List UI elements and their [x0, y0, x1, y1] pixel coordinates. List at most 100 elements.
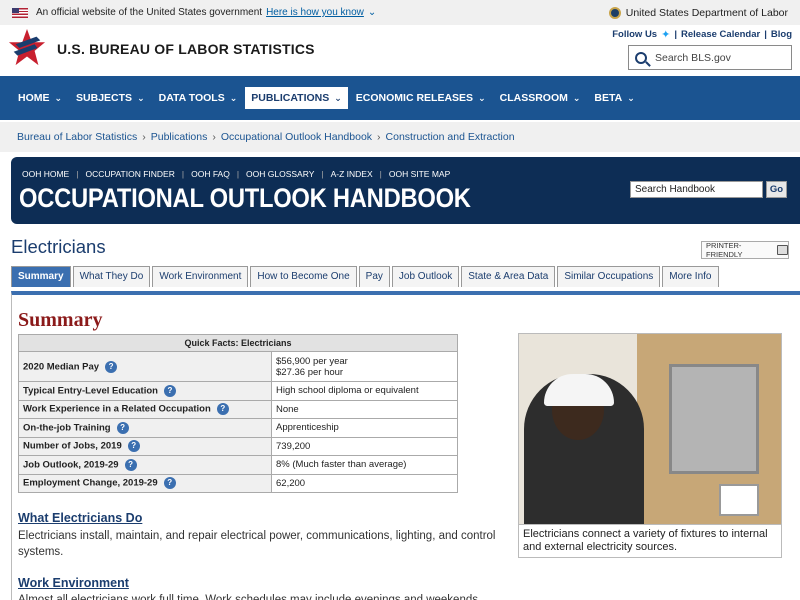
help-icon[interactable]: ? — [163, 477, 176, 490]
table-row: Job Outlook, 2019-29? 8% (Much faster th… — [18, 455, 458, 475]
fact-value: 8% (Much faster than average) — [271, 455, 458, 475]
tab-job-outlook[interactable]: Job Outlook — [391, 266, 460, 287]
bls-star-logo-icon[interactable] — [8, 26, 46, 70]
table-row: Number of Jobs, 2019? 739,200 — [18, 436, 458, 456]
ooh-site-map-link[interactable]: OOH SITE MAP — [389, 169, 450, 179]
help-icon[interactable]: ? — [127, 440, 140, 453]
fact-value: Apprenticeship — [271, 418, 458, 438]
nav-economic-releases[interactable]: ECONOMIC RELEASES ⌄ — [350, 87, 492, 109]
fact-value: 739,200 — [271, 436, 458, 456]
occupation-finder-link[interactable]: OCCUPATION FINDER — [85, 169, 174, 179]
go-button[interactable]: Go — [766, 181, 787, 198]
us-flag-icon — [12, 7, 28, 18]
work-environment-text: Almost all electricians work full time. … — [18, 594, 482, 600]
nav-subjects[interactable]: SUBJECTS ⌄ — [70, 87, 151, 109]
chevron-down-icon: ⌄ — [137, 92, 145, 103]
work-environment-link[interactable]: Work Environment — [18, 576, 129, 590]
fact-value: None — [271, 399, 458, 419]
photo-caption: Electricians connect a variety of fixtur… — [518, 525, 782, 558]
twitter-icon[interactable]: ✦ — [661, 28, 670, 41]
printer-icon — [776, 245, 788, 255]
release-calendar-link[interactable]: Release Calendar — [681, 29, 760, 40]
fact-value: 62,200 — [271, 473, 458, 493]
chevron-down-icon: ⌄ — [229, 92, 238, 103]
chevron-right-icon: › — [377, 131, 381, 143]
printer-friendly-button[interactable]: PRINTER-FRIENDLY — [701, 241, 789, 259]
tab-pay[interactable]: Pay — [358, 266, 390, 287]
breadcrumb: Bureau of Labor Statistics › Publication… — [0, 122, 800, 152]
follow-us-link[interactable]: Follow Us — [612, 29, 657, 40]
table-row: 2020 Median Pay? $56,900 per year $27.36 … — [18, 351, 458, 382]
utility-links: Follow Us ✦ | Release Calendar | Blog — [612, 28, 792, 41]
gov-banner: An official website of the United States… — [0, 0, 800, 25]
table-row: Work Experience in a Related Occupation?… — [18, 399, 458, 419]
help-icon[interactable]: ? — [216, 403, 229, 416]
ooh-title[interactable]: OCCUPATIONAL OUTLOOK HANDBOOK — [19, 183, 471, 214]
chevron-down-icon: ⌄ — [627, 92, 635, 103]
ooh-home-link[interactable]: OOH HOME — [22, 169, 69, 179]
table-row: On-the-job Training? Apprenticeship — [18, 418, 458, 438]
ooh-faq-link[interactable]: OOH FAQ — [191, 169, 230, 179]
tab-similar-occupations[interactable]: Similar Occupations — [557, 266, 661, 287]
ooh-banner: OOH HOME | OCCUPATION FINDER | OOH FAQ | OO… — [11, 157, 800, 224]
site-header: U.S. BUREAU OF LABOR STATISTICS Follow U… — [0, 25, 800, 76]
page-title: Electricians — [11, 236, 106, 257]
fact-value: High school diploma or equivalent — [271, 381, 458, 401]
electrician-photo — [518, 333, 782, 525]
fact-label[interactable]: Work Experience in a Related Occupation — [23, 404, 211, 415]
handbook-search-input[interactable]: Search Handbook — [630, 181, 763, 198]
quick-facts-table: Quick Facts: Electricians 2020 Median Pa… — [18, 334, 458, 493]
fact-label[interactable]: Employment Change, 2019-29 — [23, 478, 158, 489]
search-icon[interactable] — [635, 51, 647, 64]
chevron-down-icon[interactable]: ⌄ — [368, 7, 376, 18]
what-they-do-text: Electricians install, maintain, and repa… — [18, 530, 496, 558]
blog-link[interactable]: Blog — [771, 29, 792, 40]
help-icon[interactable]: ? — [163, 384, 176, 397]
chevron-down-icon: ⌄ — [478, 92, 486, 103]
dol-label: United States Department of Labor — [625, 6, 788, 19]
ooh-links: OOH HOME | OCCUPATION FINDER | OOH FAQ | OO… — [22, 169, 451, 179]
tab-state-area-data[interactable]: State & Area Data — [461, 266, 556, 287]
nav-beta[interactable]: BETA ⌄ — [588, 87, 640, 109]
table-row: Employment Change, 2019-29? 62,200 — [18, 473, 458, 493]
quick-facts-title: Quick Facts: Electricians — [18, 334, 458, 352]
help-icon[interactable]: ? — [124, 458, 137, 471]
fact-label[interactable]: Job Outlook, 2019-29 — [23, 459, 119, 470]
fact-value: $56,900 per year — [276, 355, 348, 367]
chevron-right-icon: › — [142, 131, 146, 143]
chevron-down-icon: ⌄ — [572, 92, 581, 103]
search-input[interactable]: Search BLS.gov — [628, 45, 792, 70]
chevron-down-icon: ⌄ — [54, 92, 63, 103]
nav-home[interactable]: HOME ⌄ — [12, 87, 68, 109]
breadcrumb-bls[interactable]: Bureau of Labor Statistics — [17, 131, 137, 143]
fact-label[interactable]: Typical Entry-Level Education — [23, 385, 158, 396]
chevron-down-icon: ⌄ — [334, 92, 342, 103]
breadcrumb-construction[interactable]: Construction and Extraction — [386, 131, 515, 143]
tab-summary[interactable]: Summary — [11, 266, 71, 287]
fact-label[interactable]: 2020 Median Pay — [23, 361, 99, 372]
tab-what-they-do[interactable]: What They Do — [72, 266, 151, 287]
az-index-link[interactable]: A-Z INDEX — [331, 169, 373, 179]
tab-bar: Summary What They Do Work Environment Ho… — [11, 266, 721, 287]
fact-label[interactable]: On-the-job Training — [23, 422, 111, 433]
tab-how-to-become-one[interactable]: How to Become One — [250, 266, 357, 287]
table-row: Typical Entry-Level Education? High scho… — [18, 381, 458, 401]
nav-publications[interactable]: PUBLICATIONS ⌄ — [245, 87, 348, 109]
dol-link[interactable]: United States Department of Labor — [608, 6, 788, 19]
summary-heading: Summary — [18, 309, 103, 331]
ooh-glossary-link[interactable]: OOH GLOSSARY — [246, 169, 314, 179]
help-icon[interactable]: ? — [105, 360, 118, 373]
main-nav: HOME ⌄ SUBJECTS ⌄ DATA TOOLS ⌄ PUBLICATIONS… — [0, 76, 800, 120]
site-title[interactable]: U.S. BUREAU OF LABOR STATISTICS — [57, 41, 315, 57]
what-they-do-link[interactable]: What Electricians Do — [18, 511, 142, 525]
nav-classroom[interactable]: CLASSROOM ⌄ — [494, 87, 587, 109]
fact-label[interactable]: Number of Jobs, 2019 — [23, 441, 122, 452]
breadcrumb-ooh[interactable]: Occupational Outlook Handbook — [221, 131, 372, 143]
nav-data-tools[interactable]: DATA TOOLS ⌄ — [153, 87, 244, 109]
tab-more-info[interactable]: More Info — [662, 266, 719, 287]
tab-work-environment[interactable]: Work Environment — [152, 266, 249, 287]
help-icon[interactable]: ? — [116, 421, 129, 434]
here-is-how-link[interactable]: Here is how you know — [266, 7, 364, 18]
breadcrumb-publications[interactable]: Publications — [151, 131, 208, 143]
fact-value: $27.36 per hour — [276, 366, 344, 378]
